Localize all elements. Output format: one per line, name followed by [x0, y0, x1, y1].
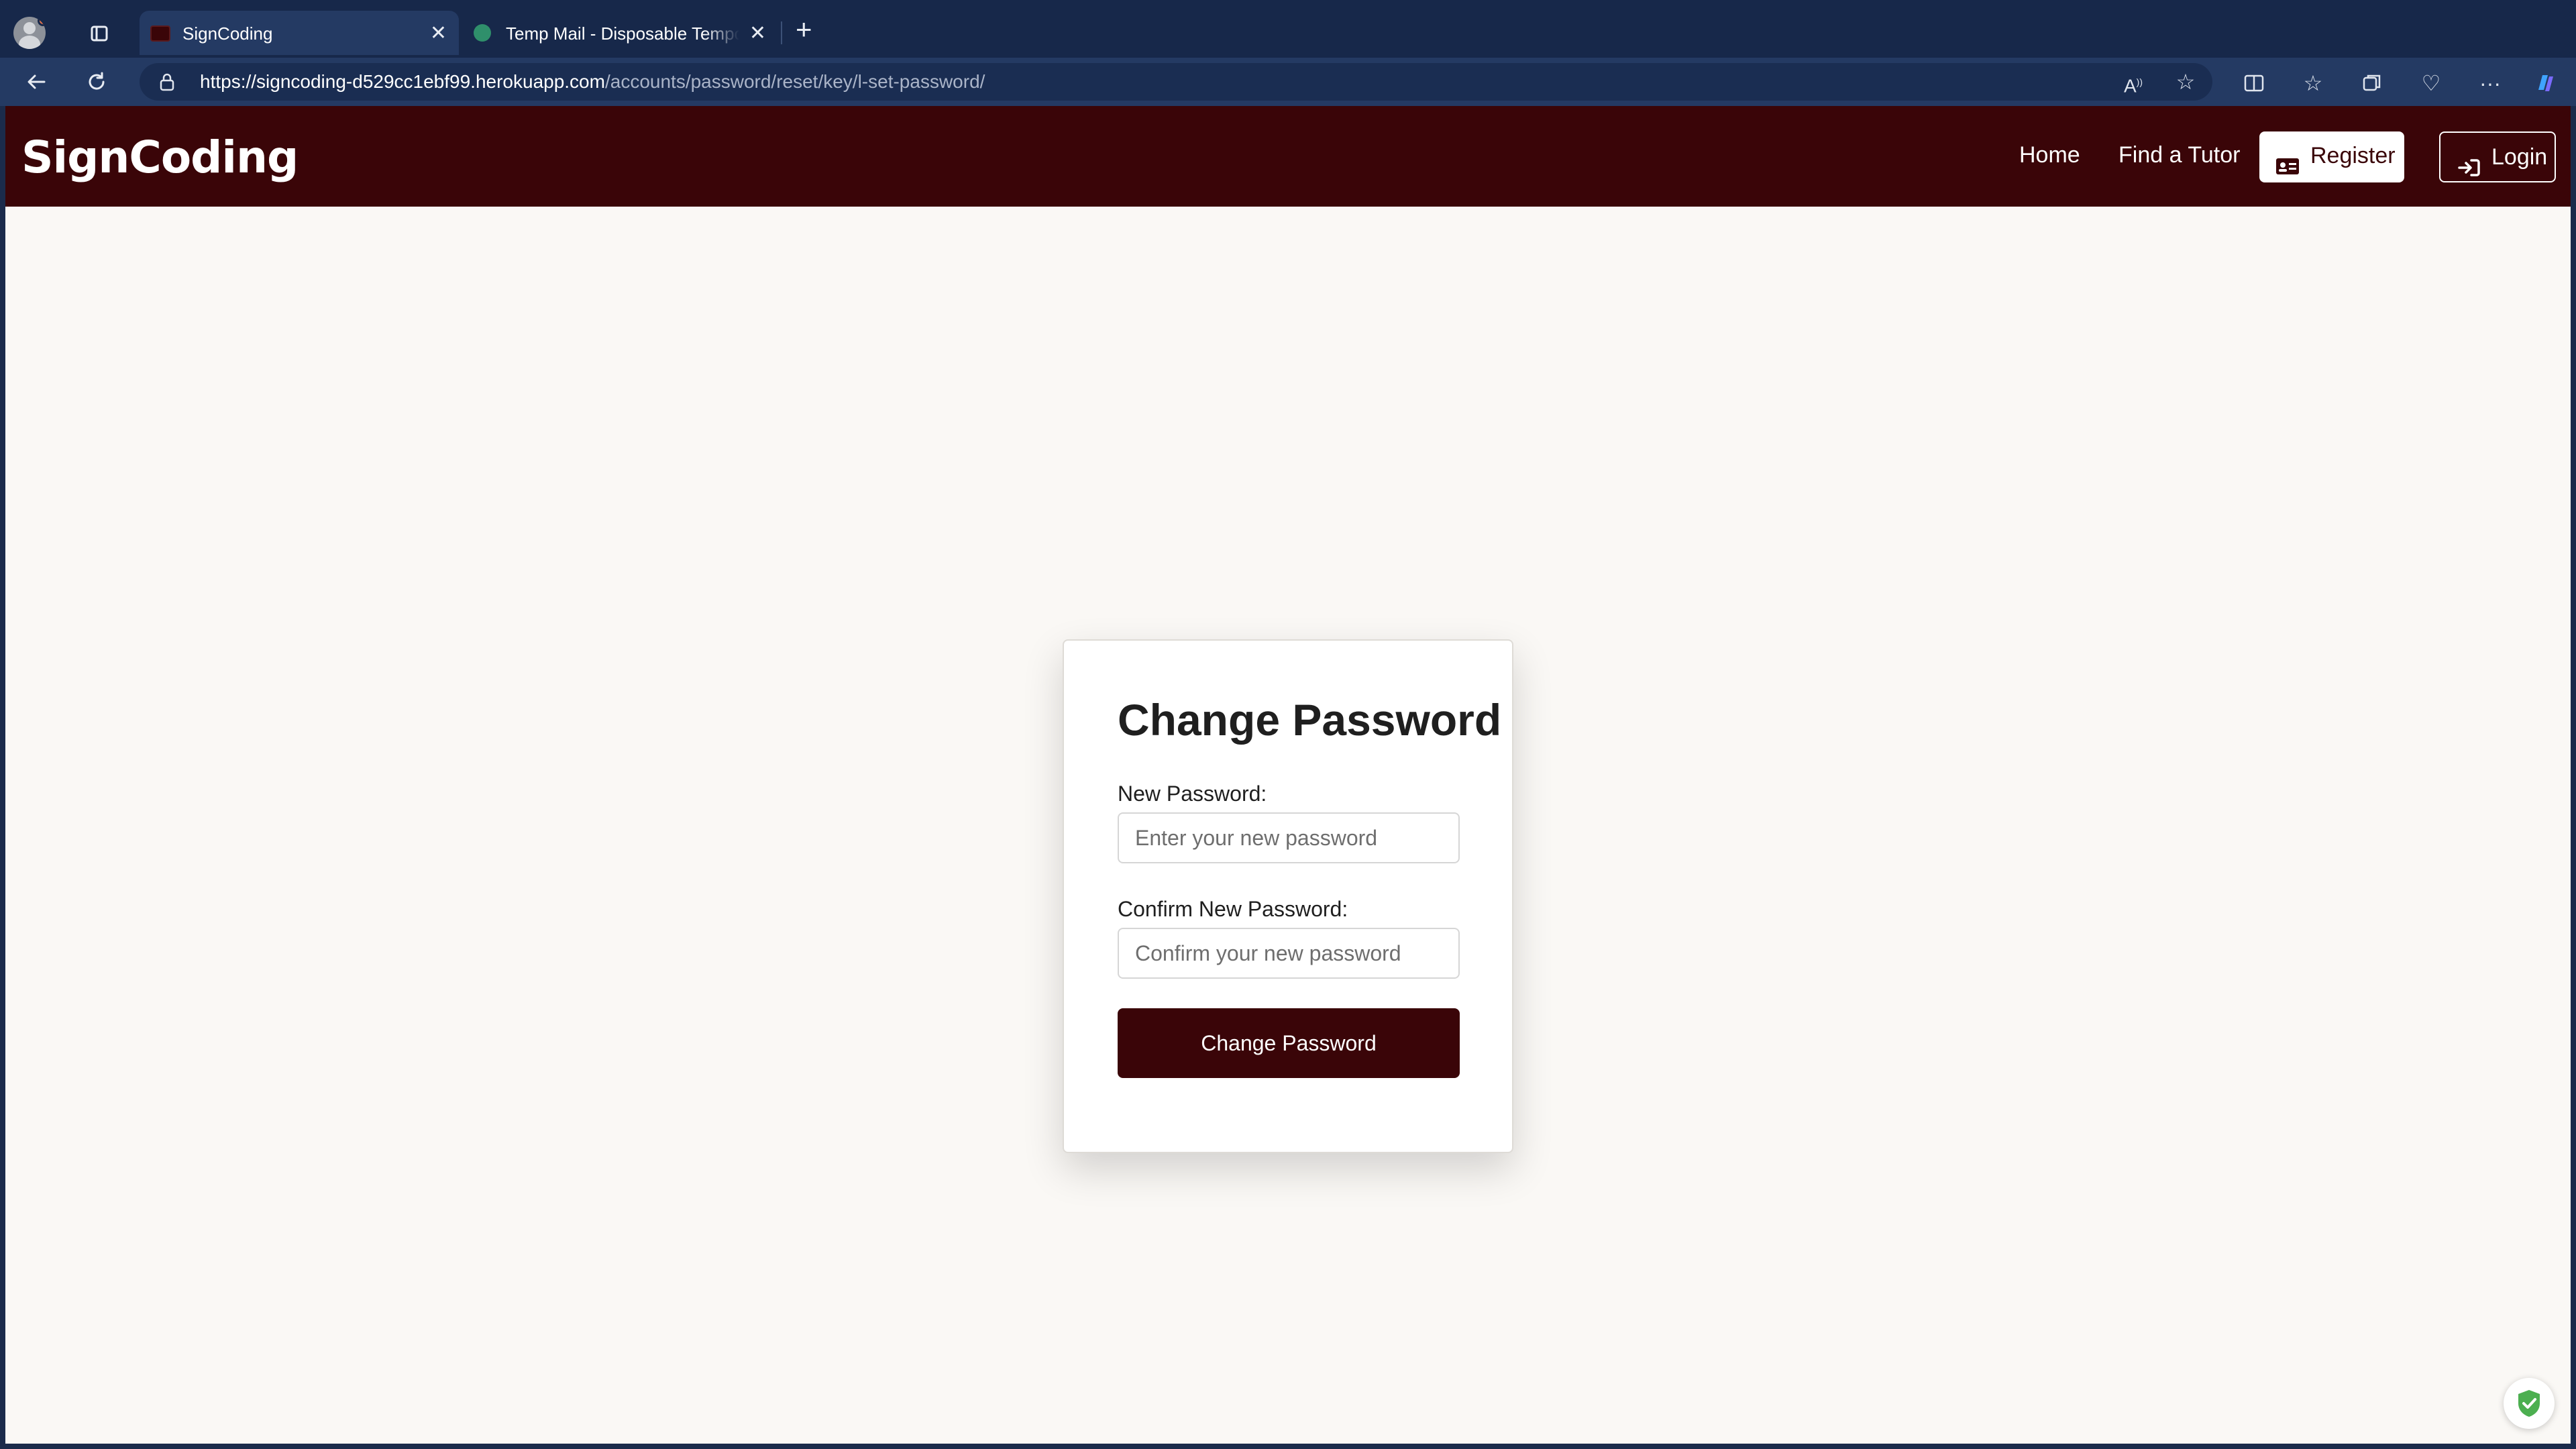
tab-signcoding[interactable]: SignCoding ✕	[140, 11, 459, 55]
lock-icon[interactable]	[160, 72, 174, 91]
copilot-icon[interactable]	[2533, 71, 2557, 95]
login-button[interactable]: Login	[2439, 131, 2556, 182]
favorites-icon[interactable]: ☆	[2301, 71, 2325, 95]
favorite-star-icon[interactable]: ☆	[2174, 70, 2198, 94]
url-host: https://signcoding-d529cc1ebf99.herokuap…	[200, 71, 605, 92]
close-tab-icon[interactable]: ✕	[749, 23, 766, 44]
address-bar[interactable]: https://signcoding-d529cc1ebf99.herokuap…	[140, 63, 2212, 101]
browser-essentials-icon[interactable]: ♡	[2419, 71, 2443, 95]
url-path: /accounts/password/reset/key/l-set-passw…	[604, 71, 985, 92]
change-password-button[interactable]: Change Password	[1118, 1008, 1460, 1078]
confirm-password-input[interactable]	[1118, 928, 1460, 979]
tab-temp-mail[interactable]: Temp Mail - Disposable Temporary Email ✕	[463, 11, 778, 55]
temp-mail-favicon-icon	[474, 24, 491, 42]
login-label: Login	[2491, 144, 2548, 170]
tab-divider	[781, 21, 782, 44]
page-viewport: SignCoding Home Find a Tutor Register Lo…	[5, 106, 2571, 1444]
register-label: Register	[2310, 143, 2396, 168]
confirm-password-label: Confirm New Password:	[1118, 897, 1348, 921]
split-screen-icon[interactable]	[2242, 71, 2266, 95]
id-card-icon	[2275, 145, 2300, 174]
nav-home-link[interactable]: Home	[2019, 142, 2080, 168]
signcoding-favicon-icon	[150, 25, 170, 42]
back-arrow-icon[interactable]	[21, 67, 51, 97]
refresh-icon[interactable]	[82, 67, 111, 97]
new-password-label: New Password:	[1118, 782, 1267, 806]
site-navbar: SignCoding Home Find a Tutor Register Lo…	[5, 106, 2571, 207]
new-tab-icon[interactable]: +	[796, 15, 812, 44]
close-tab-icon[interactable]: ✕	[430, 23, 447, 44]
change-password-card: Change Password New Password: Confirm Ne…	[1063, 639, 1513, 1153]
tab-title: Temp Mail - Disposable Temporary Email	[506, 23, 739, 44]
site-logo[interactable]: SignCoding	[21, 131, 299, 183]
security-shield-icon[interactable]	[2504, 1378, 2555, 1429]
sign-in-icon	[2457, 146, 2481, 176]
register-button[interactable]: Register	[2259, 131, 2404, 182]
nav-find-tutor-link[interactable]: Find a Tutor	[2118, 142, 2240, 168]
read-aloud-icon[interactable]: A))	[2121, 70, 2145, 96]
more-menu-icon[interactable]: ···	[2478, 71, 2502, 95]
new-password-input[interactable]	[1118, 812, 1460, 863]
form-title: Change Password	[1118, 695, 1502, 745]
browser-toolbar: https://signcoding-d529cc1ebf99.herokuap…	[0, 58, 2576, 106]
tab-title: SignCoding	[182, 23, 273, 44]
collections-icon[interactable]	[2360, 71, 2384, 95]
tab-actions-icon[interactable]	[86, 20, 113, 47]
browser-tab-bar: SignCoding ✕ Temp Mail - Disposable Temp…	[0, 0, 2576, 58]
url-text[interactable]: https://signcoding-d529cc1ebf99.herokuap…	[200, 71, 985, 93]
profile-avatar-icon[interactable]	[13, 17, 46, 49]
